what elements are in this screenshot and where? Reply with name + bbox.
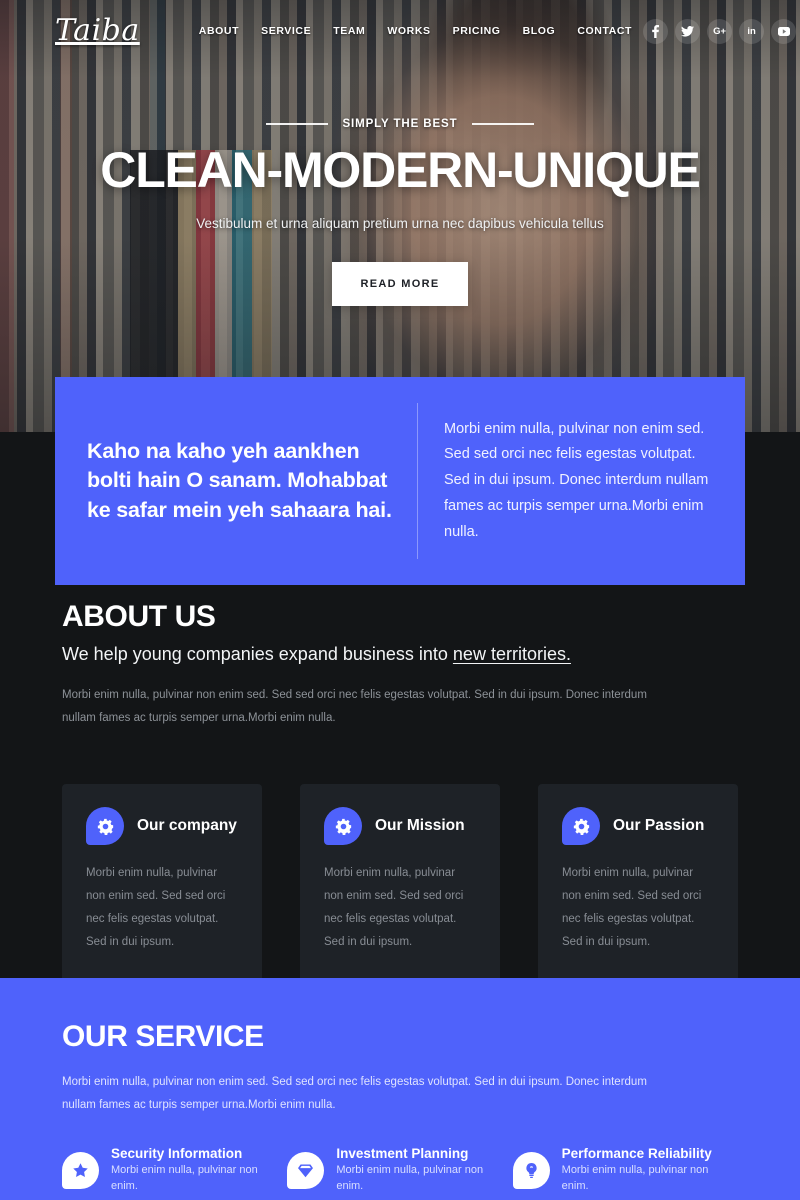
about-section: ABOUT US We help young companies expand … [0,600,800,730]
about-lead-link[interactable]: new territories. [453,644,571,664]
hero-section: Taiba ABOUT SERVICE TEAM WORKS PRICING B… [0,0,800,432]
hero-kicker-row: SIMPLY THE BEST [0,118,800,130]
service-item-title: Security Information [111,1146,243,1161]
quote-headline: Kaho na kaho yeh aankhen bolti hain O sa… [87,438,392,522]
feature-card-our-mission[interactable]: Our Mission Morbi enim nulla, pulvinar n… [300,784,500,982]
diamond-icon [287,1151,325,1189]
nav-item-service[interactable]: SERVICE [250,25,322,37]
about-title: ABOUT US [62,600,216,633]
service-item-text: Security Information Morbi enim nulla, p… [111,1145,287,1195]
lightbulb-icon [512,1151,550,1189]
star-icon [62,1151,99,1189]
twitter-icon[interactable] [675,18,701,44]
linkedin-icon[interactable]: in [739,18,765,44]
social-links: G+ in [643,18,797,44]
google-plus-icon[interactable]: G+ [707,18,733,44]
service-item-text: Investment Planning Morbi enim nulla, pu… [336,1145,512,1195]
hero-title: CLEAN-MODERN-UNIQUE [100,142,701,198]
site-logo[interactable]: Taiba [55,16,140,46]
nav-item-about[interactable]: ABOUT [188,25,250,37]
about-lead: We help young companies expand business … [62,644,738,665]
service-section: OUR SERVICE Morbi enim nulla, pulvinar n… [0,978,800,1200]
gear-icon [324,807,362,845]
quote-banner: Kaho na kaho yeh aankhen bolti hain O sa… [55,377,745,585]
service-item-subtitle: Morbi enim nulla, pulvinar non enim. [336,1164,484,1193]
hero-kicker: SIMPLY THE BEST [342,118,458,130]
service-item-performance-reliability[interactable]: Performance Reliability Morbi enim nulla… [512,1145,738,1195]
nav-item-pricing[interactable]: PRICING [442,25,512,37]
about-lead-prefix: We help young companies expand business … [62,644,453,664]
service-body: Morbi enim nulla, pulvinar non enim sed.… [62,1076,647,1111]
service-item-title: Investment Planning [336,1146,469,1161]
service-item-text: Performance Reliability Morbi enim nulla… [562,1145,738,1195]
hero-subtitle: Vestibulum et urna aliquam pretium urna … [196,216,604,231]
card-header: Our company [86,807,238,845]
card-body: Morbi enim nulla, pulvinar non enim sed.… [562,867,702,948]
landing-page: Taiba ABOUT SERVICE TEAM WORKS PRICING B… [0,0,800,1200]
feature-cards: Our company Morbi enim nulla, pulvinar n… [62,784,738,982]
quote-body: Morbi enim nulla, pulvinar non enim sed.… [444,420,709,540]
nav-item-works[interactable]: WORKS [376,25,441,37]
service-item-subtitle: Morbi enim nulla, pulvinar non enim. [111,1164,258,1193]
card-title: Our Mission [375,817,465,834]
service-item-security-information[interactable]: Security Information Morbi enim nulla, p… [62,1145,287,1195]
nav-item-blog[interactable]: BLOG [512,25,567,37]
gear-icon [86,807,124,845]
hero-content: SIMPLY THE BEST CLEAN-MODERN-UNIQUE Vest… [0,118,800,306]
main-navigation: ABOUT SERVICE TEAM WORKS PRICING BLOG CO… [188,25,643,37]
site-header: Taiba ABOUT SERVICE TEAM WORKS PRICING B… [0,0,800,62]
card-title: Our company [137,817,237,834]
service-item-subtitle: Morbi enim nulla, pulvinar non enim. [561,1164,709,1193]
card-body: Morbi enim nulla, pulvinar non enim sed.… [86,867,226,948]
kicker-rule-left [266,123,329,125]
service-item-title: Performance Reliability [561,1146,712,1161]
service-title: OUR SERVICE [62,1020,264,1053]
read-more-button[interactable]: READ MORE [331,262,469,306]
hero-cta-wrapper: READ MORE [0,262,800,306]
about-body: Morbi enim nulla, pulvinar non enim sed.… [62,689,647,724]
nav-item-team[interactable]: TEAM [322,25,376,37]
feature-card-our-company[interactable]: Our company Morbi enim nulla, pulvinar n… [62,784,262,982]
service-items: Security Information Morbi enim nulla, p… [62,1145,738,1195]
feature-card-our-passion[interactable]: Our Passion Morbi enim nulla, pulvinar n… [538,784,738,982]
card-body: Morbi enim nulla, pulvinar non enim sed.… [324,867,464,948]
kicker-rule-right [471,123,534,125]
facebook-icon[interactable] [643,18,669,44]
card-header: Our Passion [562,807,714,845]
youtube-icon[interactable] [771,18,797,44]
card-title: Our Passion [613,817,705,834]
service-item-investment-planning[interactable]: Investment Planning Morbi enim nulla, pu… [287,1145,512,1195]
nav-item-contact[interactable]: CONTACT [566,25,643,37]
gear-icon [562,807,600,845]
card-header: Our Mission [324,807,476,845]
